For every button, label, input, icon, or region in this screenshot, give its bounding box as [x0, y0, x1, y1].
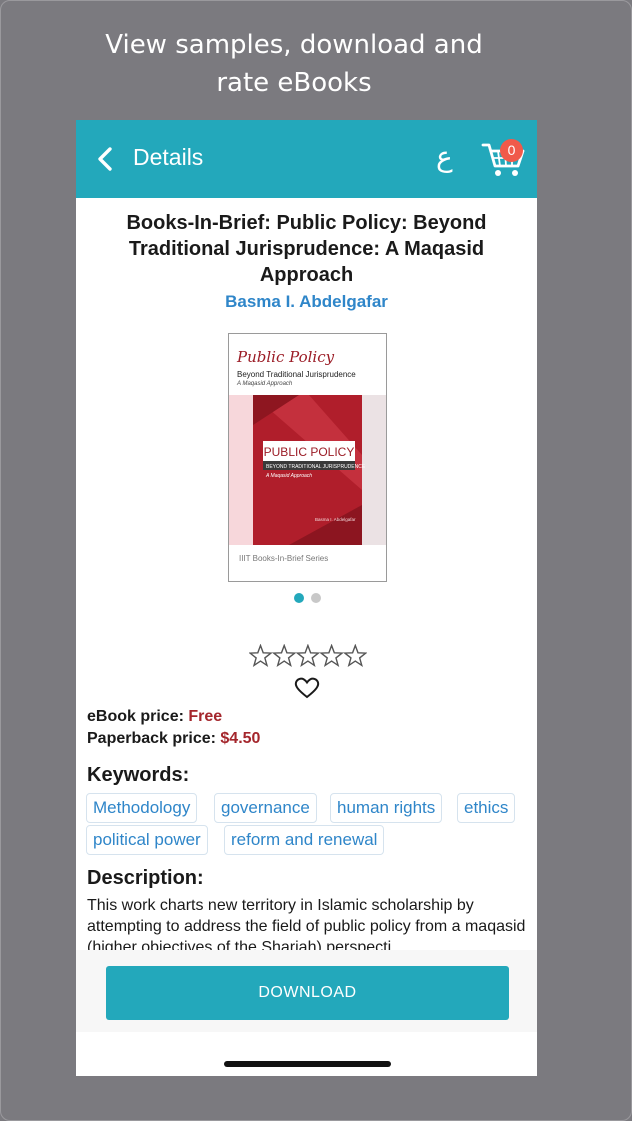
carousel-dot[interactable]	[311, 593, 321, 603]
promo-line-2: rate eBooks	[216, 68, 372, 98]
cover-tagline: A Maqasid Approach	[237, 381, 293, 387]
paperback-price-value: $4.50	[220, 730, 261, 747]
chevron-left-icon	[98, 147, 112, 171]
star-icon[interactable]	[295, 644, 321, 668]
ebook-price-label: eBook price:	[87, 708, 184, 725]
promo-line-1: View samples, download and	[105, 30, 483, 60]
keyword-chip[interactable]: political power	[86, 825, 208, 855]
cover-band-title: PUBLIC POLICY	[264, 445, 355, 459]
language-toggle-button[interactable]: ع	[436, 140, 453, 173]
cover-band-subtitle: BEYOND TRADITIONAL JURISPRUDENCE	[266, 464, 366, 470]
star-icon[interactable]	[249, 644, 273, 668]
cart-count-badge: 0	[500, 139, 523, 162]
rating-stars[interactable]	[249, 644, 367, 668]
cover-title: Public Policy	[237, 348, 335, 366]
back-button[interactable]	[90, 142, 122, 176]
cover-subtitle: Beyond Traditional Jurisprudence	[237, 370, 356, 379]
paperback-price-row: Paperback price: $4.50	[87, 730, 260, 748]
star-icon[interactable]	[271, 644, 297, 668]
keywords-heading: Keywords:	[87, 764, 190, 786]
carousel-dot-active[interactable]	[294, 593, 304, 603]
home-indicator[interactable]	[224, 1061, 391, 1067]
download-button[interactable]: DOWNLOAD	[106, 966, 509, 1020]
cover-band-tagline: A Maqasid Approach	[265, 473, 312, 479]
app-bar: Details ع 0	[76, 120, 537, 198]
star-icon[interactable]	[342, 644, 367, 668]
ebook-price-row: eBook price: Free	[87, 708, 222, 726]
keyword-chip[interactable]: ethics	[457, 793, 516, 823]
paperback-price-label: Paperback price:	[87, 730, 216, 747]
keyword-chip[interactable]: reform and renewal	[224, 825, 385, 855]
cover-band-author: Basma I. Abdelgafar	[315, 517, 356, 522]
cover-series: IIIT Books-In-Brief Series	[239, 554, 329, 563]
cover-header: Public Policy Beyond Traditional Jurispr…	[229, 334, 386, 394]
page-title: Details	[133, 144, 204, 170]
book-title: Books-In-Brief: Public Policy: Beyond Tr…	[126, 212, 487, 286]
heart-icon	[294, 677, 320, 699]
description-heading: Description:	[87, 867, 204, 889]
app-screen: Details ع 0 Books-In-Brief: Public Polic…	[76, 120, 537, 1076]
star-icon[interactable]	[319, 644, 344, 668]
ebook-price-value: Free	[188, 708, 223, 725]
promo-caption: View samples, download and rate eBooks	[0, 26, 588, 102]
cover-artwork: PUBLIC POLICY BEYOND TRADITIONAL JURISPR…	[229, 395, 386, 545]
keyword-chip[interactable]: human rights	[330, 793, 443, 823]
book-cover-image[interactable]: Public Policy Beyond Traditional Jurispr…	[228, 333, 387, 582]
favorite-button[interactable]	[294, 676, 320, 700]
keyword-chip[interactable]: governance	[214, 793, 317, 823]
keyword-chip[interactable]: Methodology	[86, 793, 198, 823]
description-text: This work charts new territory in Islami…	[87, 897, 526, 956]
author-link[interactable]: Basma I. Abdelgafar	[76, 292, 537, 312]
